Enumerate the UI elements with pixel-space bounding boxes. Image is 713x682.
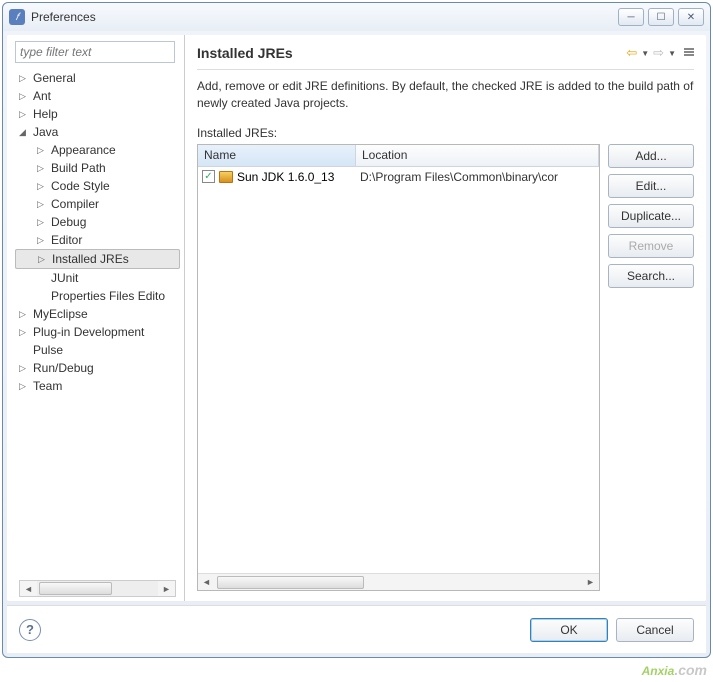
jre-table: Name Location ✓ Sun JDK 1.6.0_13 D:\Progra… (197, 144, 600, 591)
tree-item-label: Debug (51, 215, 86, 229)
scroll-right-icon[interactable]: ► (158, 581, 175, 596)
duplicate-button[interactable]: Duplicate... (608, 204, 694, 228)
tree-item-installed-jres[interactable]: ▷ Installed JREs (15, 249, 180, 269)
arrow-collapsed-icon[interactable]: ▷ (38, 254, 45, 265)
tree-item-label: Ant (33, 89, 51, 103)
tree-item-label: Properties Files Edito (51, 289, 165, 303)
tree-item-team[interactable]: ▷ Team (15, 377, 180, 395)
arrow-collapsed-icon[interactable]: ▷ (37, 163, 44, 174)
close-button[interactable]: ✕ (678, 8, 704, 26)
maximize-button[interactable]: ☐ (648, 8, 674, 26)
section-label: Installed JREs: (197, 126, 694, 140)
scroll-thumb[interactable] (39, 582, 112, 595)
tree-item-label: Appearance (51, 143, 116, 157)
sidebar: ▷ General ▷ Ant ▷ Help ◢ Java ▷ Appearance ▷ Build … (7, 35, 185, 601)
arrow-collapsed-icon[interactable]: ▷ (19, 327, 26, 338)
tree-item-properties-files-edito[interactable]: Properties Files Edito (15, 287, 180, 305)
nav-menu-icon[interactable] (684, 48, 694, 58)
tree-item-build-path[interactable]: ▷ Build Path (15, 159, 180, 177)
tree-item-label: Team (33, 379, 62, 393)
arrow-collapsed-icon[interactable]: ▷ (37, 181, 44, 192)
preferences-window: 𝑓 Preferences ─ ☐ ✕ ▷ General ▷ Ant ▷ Help ◢ Ja… (2, 2, 711, 658)
tree-item-label: Pulse (33, 343, 63, 357)
tree-item-label: Java (33, 125, 58, 139)
table-header: Name Location (198, 145, 599, 167)
tree-item-debug[interactable]: ▷ Debug (15, 213, 180, 231)
app-icon: 𝑓 (9, 9, 25, 25)
tree-item-label: Compiler (51, 197, 99, 211)
arrow-collapsed-icon[interactable]: ▷ (19, 109, 26, 120)
tree-item-run-debug[interactable]: ▷ Run/Debug (15, 359, 180, 377)
tree-item-pulse[interactable]: Pulse (15, 341, 180, 359)
tree-item-general[interactable]: ▷ General (15, 69, 180, 87)
footer: ? OK Cancel (7, 605, 706, 653)
tree-item-editor[interactable]: ▷ Editor (15, 231, 180, 249)
tree-item-label: MyEclipse (33, 307, 88, 321)
tree-item-label: Run/Debug (33, 361, 94, 375)
nav-forward-icon: ⇨ (651, 45, 666, 61)
nav-forward-dropdown[interactable]: ▼ (668, 49, 676, 58)
tree-item-java[interactable]: ◢ Java (15, 123, 180, 141)
jre-icon (219, 171, 233, 183)
table-scrollbar[interactable]: ◄ ► (198, 573, 599, 590)
edit-button[interactable]: Edit... (608, 174, 694, 198)
sidebar-scrollbar[interactable]: ◄ ► (19, 580, 176, 597)
arrow-collapsed-icon[interactable]: ▷ (37, 199, 44, 210)
arrow-collapsed-icon[interactable]: ▷ (37, 145, 44, 156)
jre-location: D:\Program Files\Common\binary\cor (356, 169, 599, 185)
arrow-collapsed-icon[interactable]: ▷ (19, 73, 26, 84)
scroll-right-icon[interactable]: ► (582, 575, 599, 590)
tree-item-ant[interactable]: ▷ Ant (15, 87, 180, 105)
preferences-tree: ▷ General ▷ Ant ▷ Help ◢ Java ▷ Appearance ▷ Build … (15, 69, 180, 576)
tree-item-appearance[interactable]: ▷ Appearance (15, 141, 180, 159)
ok-button[interactable]: OK (530, 618, 608, 642)
tree-item-label: General (33, 71, 76, 85)
window-title: Preferences (31, 10, 618, 24)
add-button[interactable]: Add... (608, 144, 694, 168)
tree-item-compiler[interactable]: ▷ Compiler (15, 195, 180, 213)
table-row[interactable]: ✓ Sun JDK 1.6.0_13 D:\Program Files\Common… (198, 167, 599, 187)
watermark: Anxia.com (642, 659, 707, 680)
tree-item-label: Plug-in Development (33, 325, 144, 339)
tree-item-junit[interactable]: JUnit (15, 269, 180, 287)
minimize-button[interactable]: ─ (618, 8, 644, 26)
tree-item-plug-in-development[interactable]: ▷ Plug-in Development (15, 323, 180, 341)
arrow-collapsed-icon[interactable]: ▷ (37, 217, 44, 228)
main-panel: Installed JREs ⇦ ▼ ⇨ ▼ Add, remove or ed… (185, 35, 706, 601)
tree-item-code-style[interactable]: ▷ Code Style (15, 177, 180, 195)
nav-back-dropdown[interactable]: ▼ (641, 49, 649, 58)
tree-item-label: JUnit (51, 271, 78, 285)
tree-item-label: Installed JREs (52, 252, 129, 266)
page-description: Add, remove or edit JRE definitions. By … (197, 78, 694, 112)
nav-back-icon[interactable]: ⇦ (624, 45, 639, 61)
filter-input[interactable] (15, 41, 175, 63)
arrow-collapsed-icon[interactable]: ▷ (19, 381, 26, 392)
arrow-collapsed-icon[interactable]: ▷ (37, 235, 44, 246)
tree-item-help[interactable]: ▷ Help (15, 105, 180, 123)
jre-checkbox[interactable]: ✓ (202, 170, 215, 183)
search-button[interactable]: Search... (608, 264, 694, 288)
arrow-collapsed-icon[interactable]: ▷ (19, 91, 26, 102)
tree-item-label: Help (33, 107, 58, 121)
remove-button: Remove (608, 234, 694, 258)
tree-item-label: Build Path (51, 161, 106, 175)
titlebar[interactable]: 𝑓 Preferences ─ ☐ ✕ (3, 3, 710, 31)
arrow-expanded-icon[interactable]: ◢ (19, 127, 26, 138)
scroll-left-icon[interactable]: ◄ (20, 581, 37, 596)
page-title: Installed JREs (197, 45, 624, 61)
tree-item-label: Editor (51, 233, 82, 247)
column-name[interactable]: Name (198, 145, 356, 166)
scroll-left-icon[interactable]: ◄ (198, 575, 215, 590)
column-location[interactable]: Location (356, 145, 599, 166)
tree-item-label: Code Style (51, 179, 110, 193)
help-icon[interactable]: ? (19, 619, 41, 641)
jre-name: Sun JDK 1.6.0_13 (237, 170, 334, 184)
tree-item-myeclipse[interactable]: ▷ MyEclipse (15, 305, 180, 323)
arrow-collapsed-icon[interactable]: ▷ (19, 363, 26, 374)
scroll-thumb[interactable] (217, 576, 364, 589)
cancel-button[interactable]: Cancel (616, 618, 694, 642)
arrow-collapsed-icon[interactable]: ▷ (19, 309, 26, 320)
